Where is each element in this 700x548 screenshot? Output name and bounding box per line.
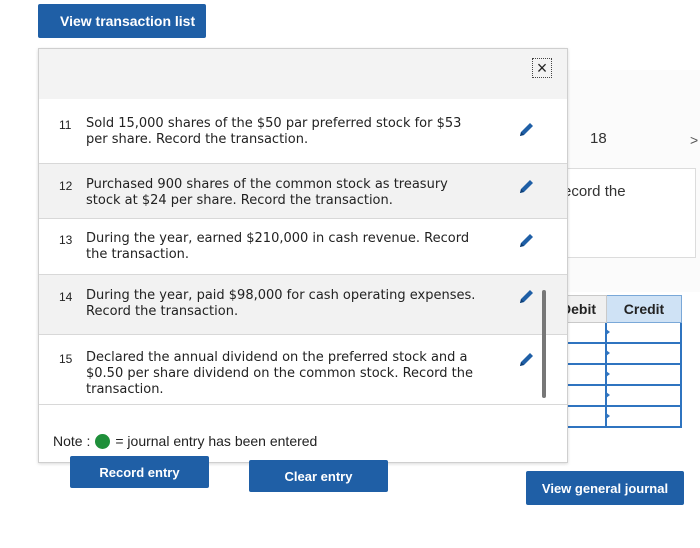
transaction-number: 13 bbox=[59, 233, 73, 247]
transaction-row[interactable]: 15 Declared the annual dividend on the p… bbox=[39, 335, 567, 405]
transaction-number: 11 bbox=[59, 118, 72, 132]
pencil-icon[interactable] bbox=[517, 288, 535, 306]
journal-row bbox=[550, 323, 682, 344]
journal-row bbox=[550, 407, 682, 428]
transaction-description: Sold 15,000 shares of the $50 par prefer… bbox=[86, 116, 462, 147]
transaction-row[interactable]: 13 During the year, earned $210,000 in c… bbox=[39, 219, 567, 275]
note-label: Note : bbox=[53, 433, 91, 449]
pencil-icon[interactable] bbox=[517, 232, 535, 250]
chevron-right-icon[interactable]: > bbox=[690, 132, 698, 148]
journal-table: Debit Credit bbox=[550, 295, 682, 428]
credit-cell[interactable] bbox=[606, 386, 682, 407]
journal-row bbox=[550, 386, 682, 407]
transaction-number: 15 bbox=[59, 352, 73, 366]
journal-row bbox=[550, 365, 682, 386]
popup-header: × bbox=[39, 49, 567, 99]
view-transaction-list-button[interactable]: View transaction list bbox=[38, 4, 206, 38]
transaction-description: Declared the annual dividend on the pref… bbox=[86, 350, 473, 397]
note: Note : = journal entry has been entered bbox=[53, 433, 317, 449]
credit-cell[interactable] bbox=[606, 407, 682, 428]
transaction-row[interactable]: 11 Sold 15,000 shares of the $50 par pre… bbox=[39, 113, 567, 164]
record-entry-button[interactable]: Record entry bbox=[70, 456, 209, 488]
clear-entry-button[interactable]: Clear entry bbox=[249, 460, 388, 492]
transaction-row[interactable]: 14 During the year, paid $98,000 for cas… bbox=[39, 275, 567, 335]
credit-header: Credit bbox=[607, 295, 682, 323]
transaction-number: 12 bbox=[59, 179, 73, 193]
scrollbar[interactable] bbox=[542, 290, 546, 398]
transaction-list: 11 Sold 15,000 shares of the $50 par pre… bbox=[39, 113, 567, 405]
transaction-number: 14 bbox=[59, 290, 73, 304]
record-text: ecord the bbox=[563, 183, 626, 200]
credit-cell[interactable] bbox=[606, 344, 682, 365]
transaction-row[interactable]: 12 Purchased 900 shares of the common st… bbox=[39, 164, 567, 219]
entered-indicator-icon bbox=[95, 433, 111, 449]
pencil-icon[interactable] bbox=[517, 121, 535, 139]
journal-row bbox=[550, 344, 682, 365]
close-icon[interactable]: × bbox=[532, 58, 552, 78]
credit-cell[interactable] bbox=[606, 323, 682, 344]
background-number: 18 bbox=[590, 130, 607, 147]
note-text: = journal entry has been entered bbox=[115, 433, 318, 449]
transaction-description: Purchased 900 shares of the common stock… bbox=[86, 177, 448, 208]
transaction-description: During the year, paid $98,000 for cash o… bbox=[86, 288, 476, 319]
background-record-text: ecord the bbox=[560, 168, 696, 258]
pencil-icon[interactable] bbox=[517, 351, 535, 369]
transaction-list-popup: × 11 Sold 15,000 shares of the $50 par p… bbox=[38, 48, 568, 463]
pencil-icon[interactable] bbox=[517, 178, 535, 196]
credit-cell[interactable] bbox=[606, 365, 682, 386]
view-general-journal-button[interactable]: View general journal bbox=[526, 471, 684, 505]
transaction-description: During the year, earned $210,000 in cash… bbox=[86, 231, 470, 262]
